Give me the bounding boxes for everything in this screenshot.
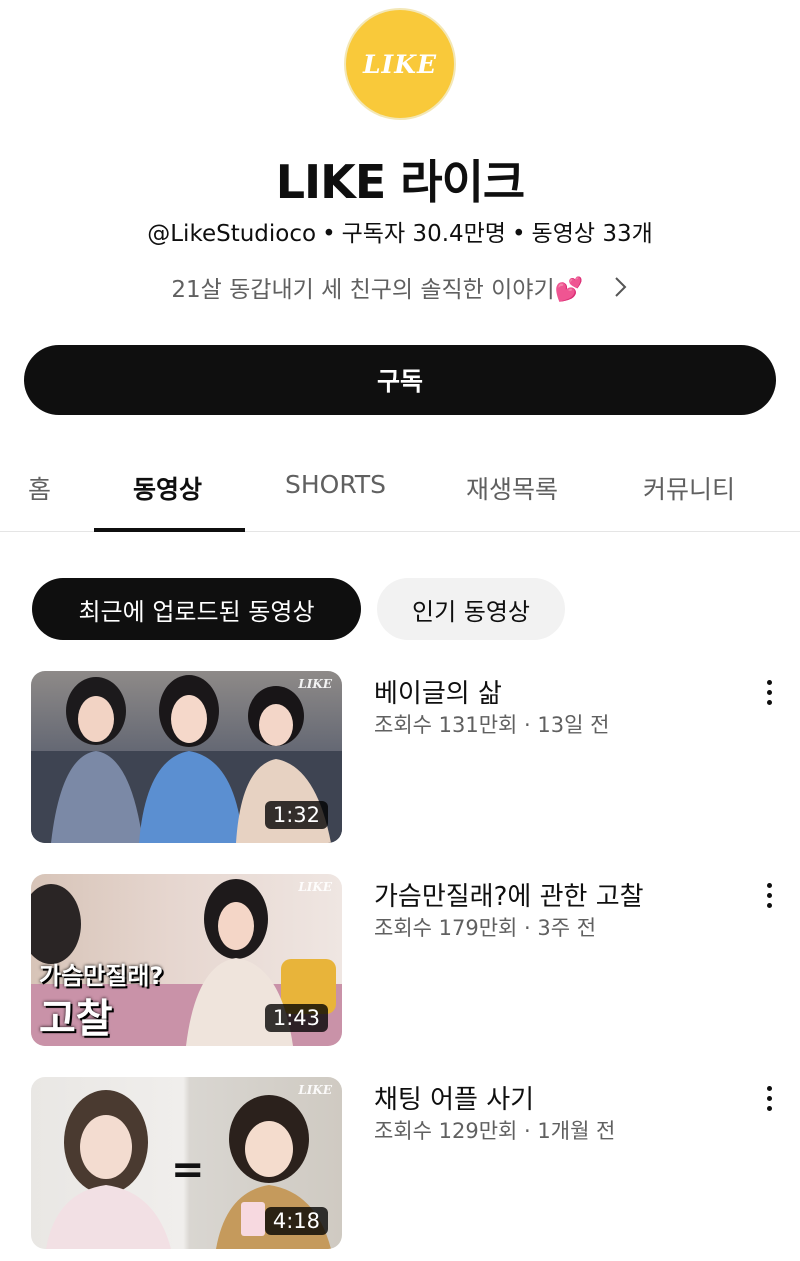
video-title[interactable]: 채팅 어플 사기 [374, 1079, 534, 1116]
thumbnail-logo: LIKE [298, 880, 332, 894]
thumbnail-logo: LIKE [298, 677, 332, 691]
video-thumbnail[interactable]: = LIKE 4:18 [31, 1077, 342, 1249]
heart-emoji: 💕 [554, 277, 584, 303]
video-thumbnail[interactable]: 가슴만질래? 고찰 LIKE 1:43 [31, 874, 342, 1046]
thumbnail-logo: LIKE [298, 1083, 332, 1097]
video-duration: 1:43 [264, 1004, 328, 1032]
video-duration: 1:32 [264, 801, 328, 829]
video-stats: 조회수 131만회 · 13일 전 [374, 713, 610, 737]
description-text: 21살 동갑내기 세 친구의 솔직한 이야기 [171, 277, 555, 303]
channel-meta: @LikeStudioco • 구독자 30.4만명 • 동영상 33개 [147, 221, 653, 247]
video-thumbnail[interactable]: LIKE 1:32 [31, 671, 342, 843]
channel-description[interactable]: 21살 동갑내기 세 친구의 솔직한 이야기💕 [0, 270, 800, 305]
more-vert-icon[interactable] [752, 675, 786, 709]
tab-home[interactable]: 홈 [28, 470, 51, 506]
video-duration: 4:18 [264, 1207, 328, 1235]
tab-community[interactable]: 커뮤니티 [643, 470, 735, 506]
subscribe-button[interactable]: 구독 [24, 345, 776, 415]
channel-avatar[interactable]: LIKE [344, 8, 456, 120]
tab-playlists[interactable]: 재생목록 [466, 470, 558, 506]
video-item[interactable]: LIKE 1:32 베이글의 삶 조회수 131만회 · 13일 전 [0, 671, 800, 846]
channel-handle: @LikeStudioco [147, 221, 317, 247]
thumbnail-overlay-text: = [171, 1147, 205, 1193]
tab-shorts[interactable]: SHORTS [285, 470, 386, 499]
video-title[interactable]: 가슴만질래?에 관한 고찰 [374, 876, 644, 913]
video-item[interactable]: = LIKE 4:18 채팅 어플 사기 조회수 129만회 · 1개월 전 [0, 1077, 800, 1252]
channel-name: LIKE 라이크 [275, 155, 525, 209]
subscriber-count: 구독자 30.4만명 [341, 221, 506, 247]
filter-recent-chip[interactable]: 최근에 업로드된 동영상 [32, 578, 361, 640]
channel-tabs: 홈 동영상 SHORTS 재생목록 커뮤니티 [0, 440, 800, 532]
video-title[interactable]: 베이글의 삶 [374, 673, 502, 710]
video-item[interactable]: 가슴만질래? 고찰 LIKE 1:43 가슴만질래?에 관한 고찰 조회수 17… [0, 874, 800, 1049]
thumbnail-overlay-text: 고찰 [39, 996, 113, 1042]
tab-videos[interactable]: 동영상 [133, 470, 202, 506]
avatar-logo-text: LIKE [362, 49, 438, 79]
more-vert-icon[interactable] [752, 878, 786, 912]
video-stats: 조회수 129만회 · 1개월 전 [374, 1119, 616, 1143]
more-vert-icon[interactable] [752, 1081, 786, 1115]
active-tab-indicator [94, 528, 245, 532]
video-count: 동영상 33개 [531, 221, 653, 247]
filter-popular-chip[interactable]: 인기 동영상 [377, 578, 565, 640]
video-stats: 조회수 179만회 · 3주 전 [374, 916, 597, 940]
chevron-right-icon[interactable] [613, 275, 629, 305]
